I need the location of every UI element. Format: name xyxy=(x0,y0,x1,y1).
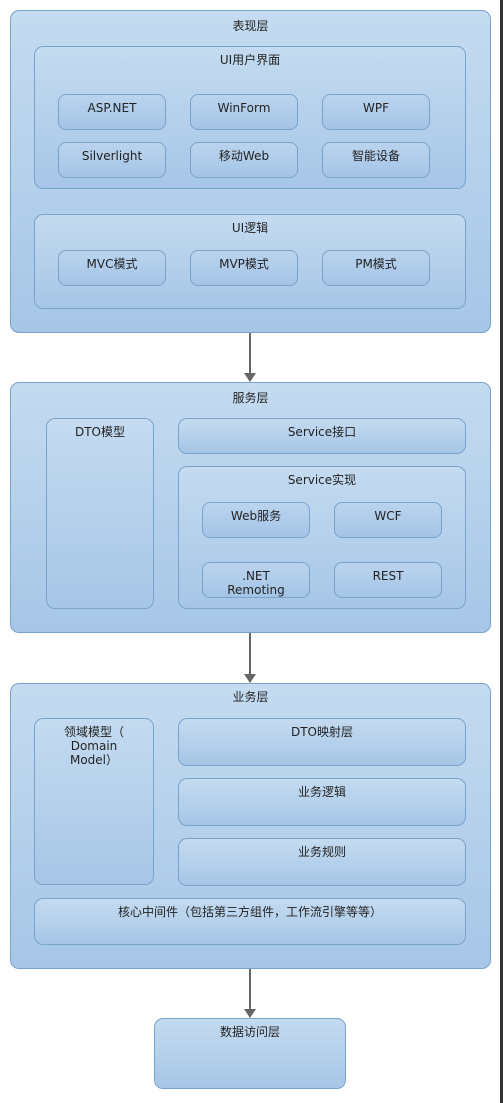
ui-wpf: WPF xyxy=(322,94,430,130)
box-label: 业务规则 xyxy=(297,845,346,859)
domain-model: 领域模型（ Domain Model） xyxy=(34,718,154,885)
layer-title: 表现层 xyxy=(232,19,269,33)
box-label: WPF xyxy=(362,101,389,115)
box-label: ASP.NET xyxy=(87,101,137,115)
logic-mvp: MVP模式 xyxy=(190,250,298,286)
box-label: PM模式 xyxy=(355,257,397,271)
group-title: UI逻辑 xyxy=(231,221,269,235)
business-logic: 业务逻辑 xyxy=(178,778,466,826)
box-label: WCF xyxy=(374,509,402,523)
box-label: Silverlight xyxy=(81,149,143,163)
arrow-down xyxy=(244,633,256,683)
logic-pm: PM模式 xyxy=(322,250,430,286)
impl-web-service: Web服务 xyxy=(202,502,310,538)
data-access-layer: 数据访问层 xyxy=(154,1018,346,1089)
box-label: DTO映射层 xyxy=(290,725,354,739)
box-label: Web服务 xyxy=(230,509,282,523)
ui-mobile-web: 移动Web xyxy=(190,142,298,178)
dto-mapping: DTO映射层 xyxy=(178,718,466,766)
core-middleware: 核心中间件（包括第三方组件，工作流引擎等等） xyxy=(34,898,466,945)
service-interface: Service接口 xyxy=(178,418,466,454)
layer-title: 业务层 xyxy=(232,690,269,704)
box-label: 领域模型（ Domain Model） xyxy=(63,725,124,767)
box-label: WinForm xyxy=(217,101,271,115)
box-label: MVP模式 xyxy=(219,257,269,271)
box-label: 移动Web xyxy=(218,149,270,163)
box-label: .NET Remoting xyxy=(227,569,285,597)
dto-model: DTO模型 xyxy=(46,418,154,609)
ui-winform: WinForm xyxy=(190,94,298,130)
box-label: Service接口 xyxy=(287,425,357,439)
box-label: MVC模式 xyxy=(86,257,138,271)
arrow-down xyxy=(244,333,256,382)
layer-title: 服务层 xyxy=(232,391,269,405)
ui-smart-device: 智能设备 xyxy=(322,142,430,178)
impl-net-remoting: .NET Remoting xyxy=(202,562,310,598)
business-rules: 业务规则 xyxy=(178,838,466,886)
arrow-down xyxy=(244,969,256,1018)
ui-silverlight: Silverlight xyxy=(58,142,166,178)
box-label: 业务逻辑 xyxy=(297,785,346,799)
box-label: REST xyxy=(372,569,404,583)
box-label: 核心中间件（包括第三方组件，工作流引擎等等） xyxy=(117,905,382,919)
logic-mvc: MVC模式 xyxy=(58,250,166,286)
group-title: Service实现 xyxy=(287,473,357,487)
impl-wcf: WCF xyxy=(334,502,442,538)
ui-asp-net: ASP.NET xyxy=(58,94,166,130)
layer-title: 数据访问层 xyxy=(219,1025,280,1039)
box-label: 智能设备 xyxy=(351,149,400,163)
box-label: DTO模型 xyxy=(74,425,126,439)
group-title: UI用户界面 xyxy=(219,53,281,67)
impl-rest: REST xyxy=(334,562,442,598)
